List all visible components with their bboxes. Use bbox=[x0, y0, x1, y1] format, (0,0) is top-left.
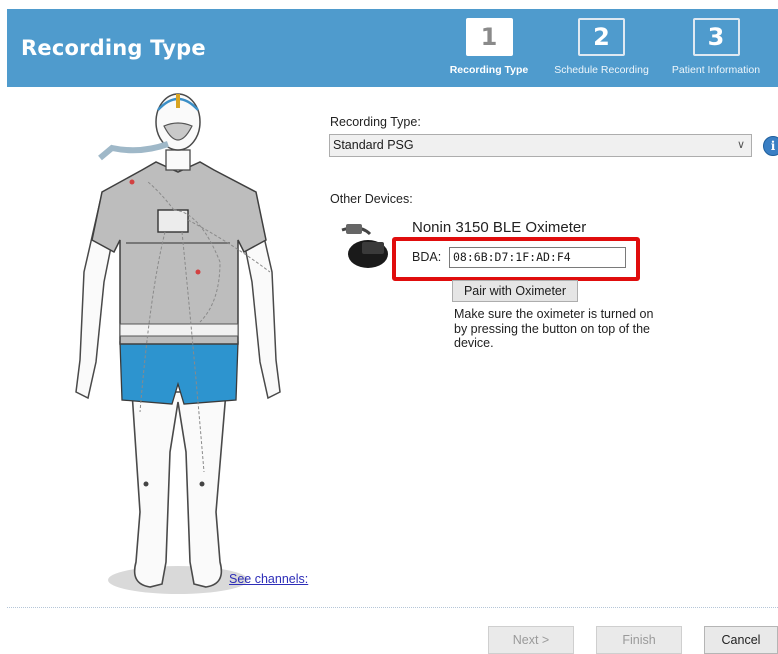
footer-divider bbox=[7, 607, 778, 608]
recording-type-value: Standard PSG bbox=[333, 138, 414, 152]
recording-type-select[interactable]: Standard PSG ∨ bbox=[329, 134, 752, 157]
other-devices-label: Other Devices: bbox=[330, 192, 413, 206]
oximeter-clip bbox=[346, 224, 362, 234]
pair-oximeter-button[interactable]: Pair with Oximeter bbox=[452, 280, 578, 302]
step-schedule-recording: 2 Schedule Recording bbox=[544, 18, 659, 76]
electrode bbox=[199, 481, 205, 487]
patient-sensor-diagram bbox=[75, 93, 281, 594]
oximeter-image bbox=[341, 224, 388, 268]
step-number: 3 bbox=[692, 18, 740, 56]
chest-belt bbox=[119, 323, 239, 337]
step-label: Patient Information bbox=[671, 64, 761, 76]
info-icon[interactable]: i bbox=[763, 136, 778, 156]
page-title: Recording Type bbox=[21, 36, 206, 60]
device-name: Nonin 3150 BLE Oximeter bbox=[412, 219, 587, 236]
oximeter-screen bbox=[362, 242, 384, 254]
header-bar: Recording Type 1 Recording Type 2 Schedu… bbox=[7, 9, 778, 87]
finish-button[interactable]: Finish bbox=[596, 626, 682, 654]
cpap-hose bbox=[98, 141, 170, 161]
shirt bbox=[91, 161, 267, 345]
recorder-device bbox=[157, 209, 189, 233]
floor-shadow bbox=[108, 566, 248, 594]
step-number: 1 bbox=[465, 18, 513, 56]
chevron-down-icon: ∨ bbox=[736, 139, 745, 151]
bda-label: BDA: bbox=[412, 250, 442, 264]
bda-field[interactable]: 08:6B:D7:1F:AD:F4 bbox=[449, 247, 626, 268]
electrode bbox=[143, 481, 149, 487]
step-patient-information: 3 Patient Information bbox=[660, 18, 772, 76]
step-number: 2 bbox=[578, 18, 625, 56]
step-recording-type: 1 Recording Type bbox=[435, 18, 543, 76]
step-label: Schedule Recording bbox=[554, 64, 649, 76]
recording-type-label: Recording Type: bbox=[330, 115, 421, 129]
neck bbox=[165, 149, 191, 171]
step-label: Recording Type bbox=[449, 64, 529, 76]
electrode bbox=[129, 179, 135, 185]
see-channels-link[interactable]: See channels: bbox=[229, 572, 308, 586]
oximeter-instructions: Make sure the oximeter is turned on by p… bbox=[454, 307, 654, 350]
cancel-button[interactable]: Cancel bbox=[704, 626, 778, 654]
electrode bbox=[195, 269, 201, 275]
next-button[interactable]: Next > bbox=[488, 626, 574, 654]
legs bbox=[131, 391, 227, 588]
